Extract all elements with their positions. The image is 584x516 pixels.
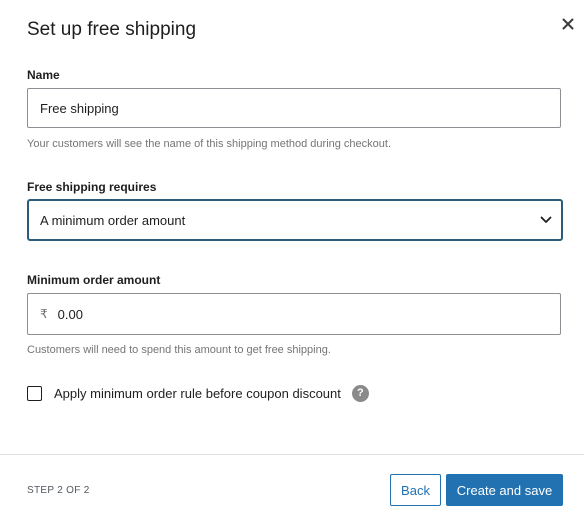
coupon-rule-row: Apply minimum order rule before coupon d… (27, 383, 369, 403)
requires-label: Free shipping requires (27, 180, 157, 194)
name-label: Name (27, 68, 60, 82)
requires-select[interactable]: A minimum order amount (27, 199, 563, 241)
min-amount-label: Minimum order amount (27, 273, 161, 287)
min-amount-value: 0.00 (57, 306, 83, 322)
close-icon (562, 18, 574, 30)
coupon-rule-label[interactable]: Apply minimum order rule before coupon d… (54, 386, 341, 401)
close-button[interactable] (558, 14, 578, 34)
help-icon[interactable]: ? (351, 384, 369, 402)
footer-divider (0, 454, 584, 455)
currency-symbol: ₹ (40, 307, 48, 321)
shipping-modal: Set up free shipping Name Free shipping … (0, 0, 584, 516)
coupon-rule-checkbox[interactable] (27, 385, 42, 401)
min-amount-help-text: Customers will need to spend this amount… (27, 344, 331, 356)
create-and-save-button[interactable]: Create and save (446, 474, 563, 506)
name-input-value: Free shipping (40, 100, 119, 116)
min-amount-input[interactable]: ₹ 0.00 (27, 293, 561, 335)
chevron-down-icon (540, 216, 552, 223)
step-indicator: STEP 2 OF 2 (27, 485, 90, 496)
name-help-text: Your customers will see the name of this… (27, 138, 392, 150)
back-button[interactable]: Back (390, 474, 441, 506)
requires-select-value: A minimum order amount (40, 212, 186, 228)
name-input[interactable]: Free shipping (27, 88, 561, 128)
modal-title: Set up free shipping (27, 19, 197, 40)
